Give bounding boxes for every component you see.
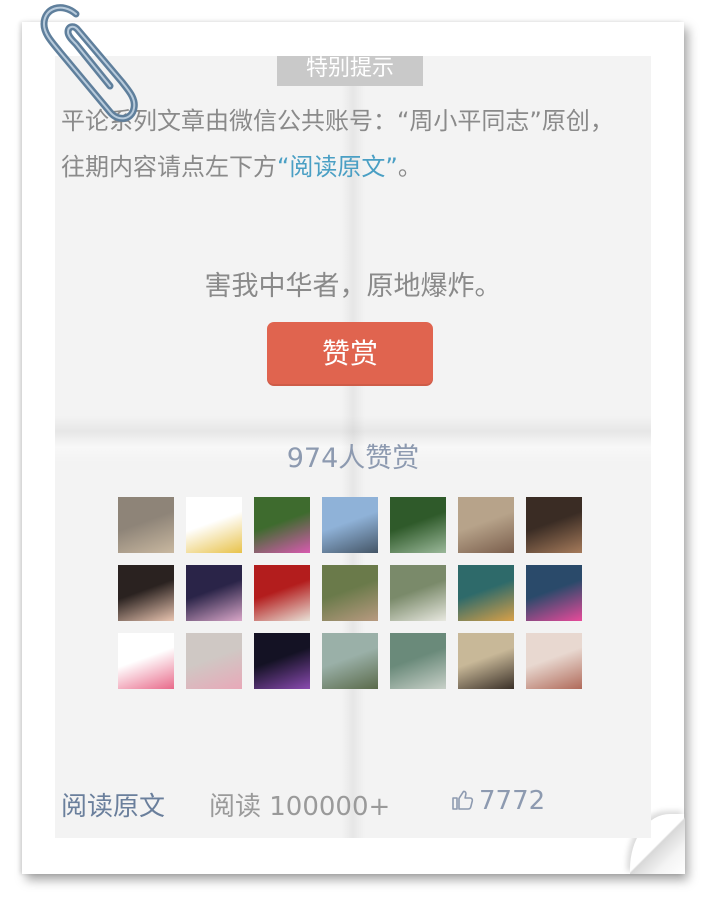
slogan: 害我中华者，原地爆炸。 — [204, 271, 502, 302]
avatar-illustration[interactable] — [526, 633, 582, 689]
like-count: 7772 — [479, 786, 546, 816]
avatar-rainbow-hair[interactable] — [526, 565, 582, 621]
article-screenshot: 特别提示 平论系列文章由微信公共账号：“周小平同志”原创，往期内容请点左下方“阅… — [55, 56, 651, 838]
read-original-link[interactable]: 阅读原文 — [61, 786, 165, 823]
read-count: 阅读 100000+ — [209, 792, 391, 822]
avatar-person-on-shore[interactable] — [322, 497, 378, 553]
avatar-waterfall[interactable] — [390, 633, 446, 689]
intro-paragraph: 平论系列文章由微信公共账号：“周小平同志”原创，往期内容请点左下方“阅读原文”。 — [61, 98, 621, 190]
avatar-toddler[interactable] — [186, 633, 242, 689]
thumbs-up-icon — [452, 790, 474, 810]
paperclip-icon — [40, 4, 138, 122]
avatar-couple[interactable] — [322, 565, 378, 621]
avatar-orchids[interactable] — [254, 497, 310, 553]
avatar-teddy-bear[interactable] — [118, 497, 174, 553]
avatar-calligraphy[interactable] — [458, 633, 514, 689]
avatar-lotus[interactable] — [118, 633, 174, 689]
avatar-forest[interactable] — [390, 497, 446, 553]
like-button[interactable]: 7772 — [451, 786, 545, 816]
read-original-inline-link[interactable]: “阅读原文” — [277, 153, 398, 181]
avatar-night-lights[interactable] — [254, 633, 310, 689]
reward-count[interactable]: 974人赞赏 — [55, 436, 651, 475]
intro-text-end: 。 — [397, 153, 422, 181]
avatar-white-horse[interactable] — [390, 565, 446, 621]
reward-button[interactable]: 赞赏 — [267, 322, 433, 386]
avatar-small-sticker[interactable] — [186, 497, 242, 553]
avatar-dark-interior[interactable] — [526, 497, 582, 553]
avatar-painted-figure[interactable] — [458, 565, 514, 621]
avatar-heart-mountains[interactable] — [186, 565, 242, 621]
avatar-smiling-girl[interactable] — [118, 565, 174, 621]
notice-tag: 特别提示 — [277, 56, 423, 86]
article-footer: 阅读原文 阅读 100000+ 7772 — [61, 786, 641, 826]
avatar-strawberries[interactable] — [254, 565, 310, 621]
avatar-boat-river[interactable] — [322, 633, 378, 689]
avatar-plaid[interactable] — [458, 497, 514, 553]
reward-avatar-grid — [118, 497, 582, 689]
